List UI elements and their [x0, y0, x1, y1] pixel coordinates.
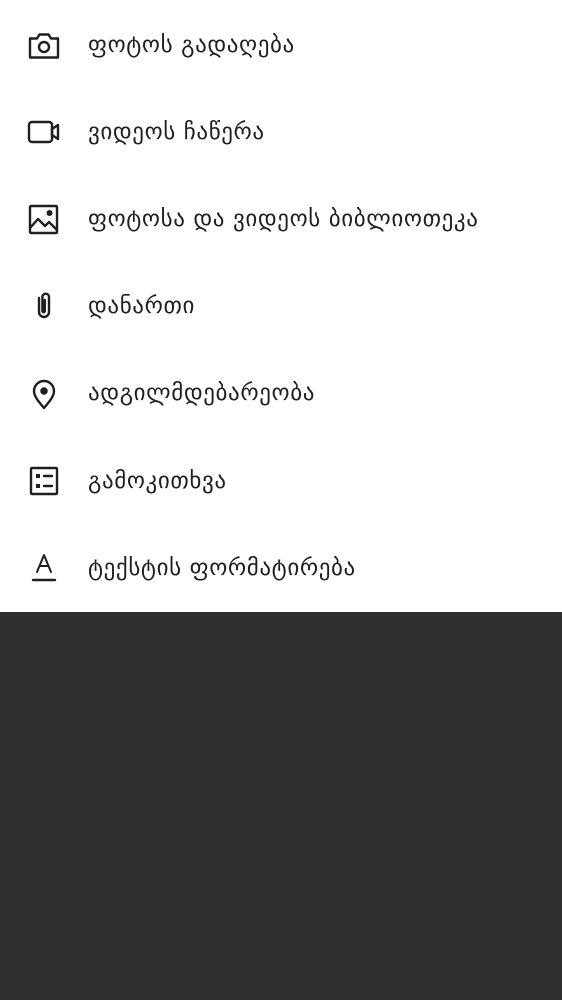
video-icon — [26, 114, 62, 150]
menu-item-label: ვიდეოს ჩაწერა — [88, 118, 265, 145]
menu-item-attachment[interactable]: დანართი — [0, 262, 562, 349]
menu-item-label: ფოტოს გადაღება — [88, 31, 295, 58]
attachment-menu-sheet: ფოტოს გადაღება ვიდეოს ჩაწერა ფოტოსა და ვ… — [0, 0, 562, 612]
menu-item-label: ადგილმდებარეობა — [88, 379, 315, 406]
image-icon — [26, 201, 62, 237]
menu-item-label: დანართი — [88, 292, 196, 319]
menu-item-text-format[interactable]: ტექსტის ფორმატირება — [0, 524, 562, 611]
menu-item-location[interactable]: ადგილმდებარეობა — [0, 349, 562, 436]
menu-item-label: ტექსტის ფორმატირება — [88, 554, 356, 581]
background-scrim[interactable] — [0, 612, 562, 1000]
text-format-icon — [26, 550, 62, 586]
paperclip-icon — [26, 288, 62, 324]
poll-list-icon — [26, 463, 62, 499]
location-pin-icon — [26, 375, 62, 411]
menu-item-label: გამოკითხვა — [88, 467, 227, 494]
camera-icon — [26, 27, 62, 63]
menu-item-record-video[interactable]: ვიდეოს ჩაწერა — [0, 88, 562, 175]
menu-item-label: ფოტოსა და ვიდეოს ბიბლიოთეკა — [88, 205, 479, 232]
menu-item-poll[interactable]: გამოკითხვა — [0, 437, 562, 524]
menu-item-take-photo[interactable]: ფოტოს გადაღება — [0, 1, 562, 88]
menu-item-gallery[interactable]: ფოტოსა და ვიდეოს ბიბლიოთეკა — [0, 175, 562, 262]
